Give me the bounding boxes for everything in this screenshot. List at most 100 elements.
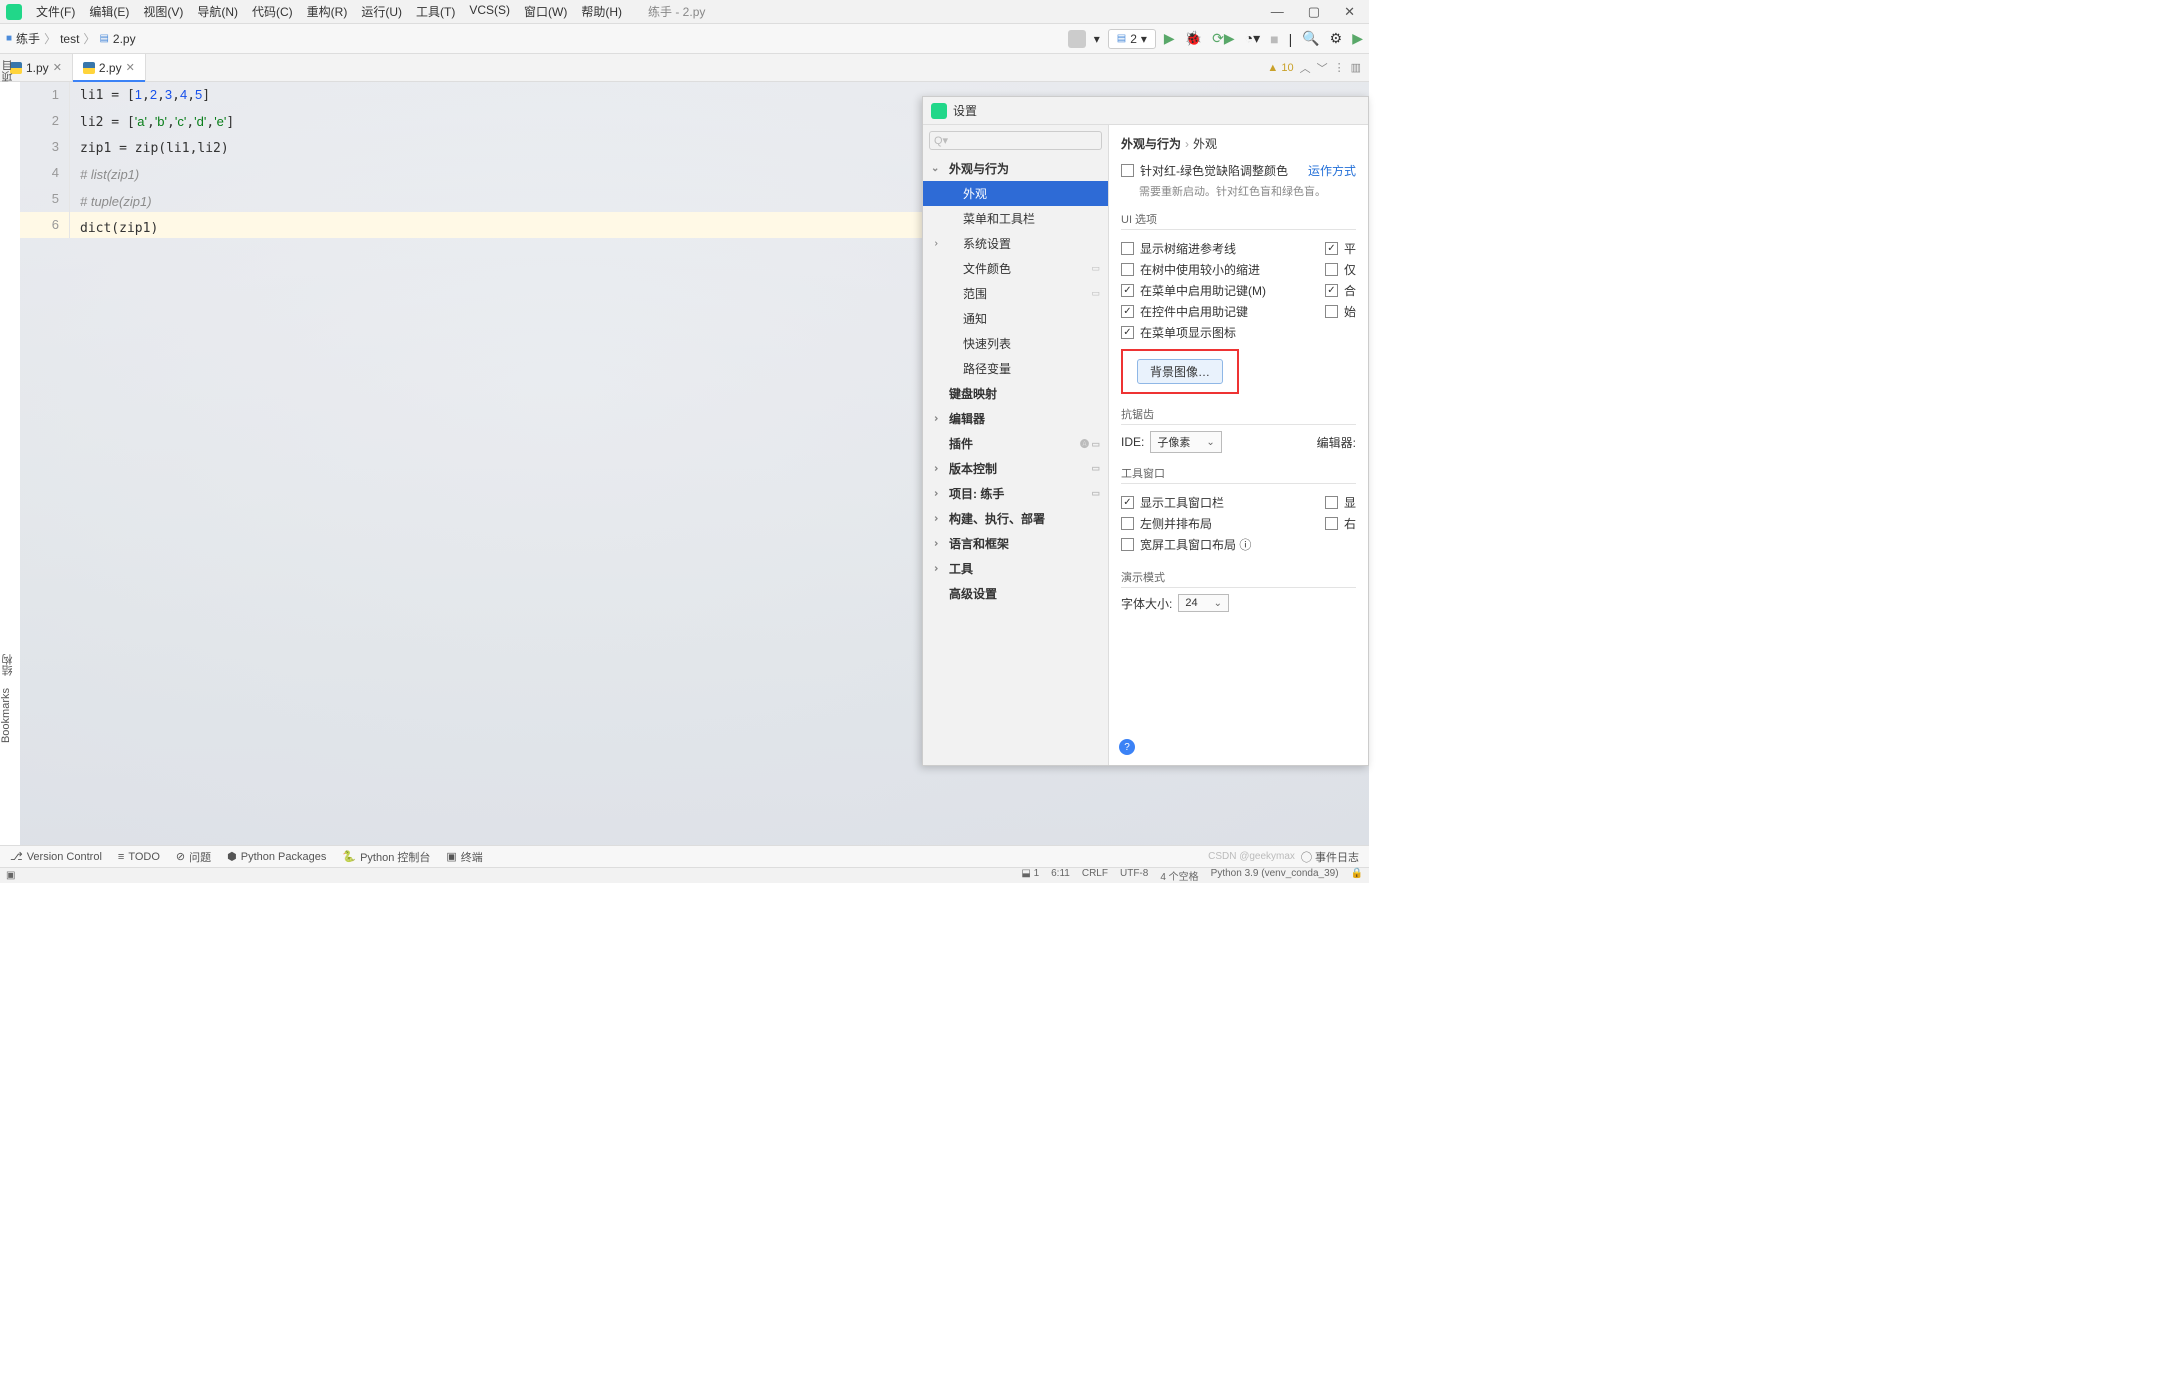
maximize-button[interactable]: ▢ — [1308, 4, 1320, 20]
checkbox[interactable] — [1121, 284, 1134, 297]
checkbox[interactable] — [1121, 326, 1134, 339]
project-tool[interactable]: 项目 — [0, 54, 16, 88]
tree-item[interactable]: 菜单和工具栏 — [923, 206, 1108, 231]
menu-bar[interactable]: 文件(F) 编辑(E) 视图(V) 导航(N) 代码(C) 重构(R) 运行(U… — [30, 1, 628, 22]
stop-button[interactable]: ■ — [1270, 31, 1278, 47]
event-log-tool[interactable]: ◯ 事件日志 — [1301, 849, 1359, 865]
navigation-bar: ■ 练手 〉 test 〉 ▤ 2.py ▾ ▤ 2 ▾ ▶ 🐞 ⟳▶ ◔▾ ■… — [0, 24, 1369, 54]
terminal-tool[interactable]: ▣ 终端 — [446, 849, 482, 865]
tree-item[interactable]: 范围▭ — [923, 281, 1108, 306]
menu-view[interactable]: 视图(V) — [137, 1, 189, 22]
menu-file[interactable]: 文件(F) — [30, 1, 81, 22]
menu-vcs[interactable]: VCS(S) — [463, 1, 516, 22]
breadcrumb-folder[interactable]: test — [60, 32, 79, 46]
menu-help[interactable]: 帮助(H) — [575, 1, 628, 22]
run-config-selector[interactable]: ▤ 2 ▾ — [1108, 29, 1156, 49]
help-icon[interactable]: ? — [1119, 739, 1135, 755]
close-button[interactable]: ✕ — [1344, 4, 1355, 20]
search-icon[interactable]: 🔍 — [1302, 30, 1319, 47]
font-size-select[interactable]: 24 — [1178, 594, 1229, 612]
minimize-button[interactable]: — — [1271, 4, 1284, 19]
run-button[interactable]: ▶ — [1164, 30, 1175, 47]
background-image-button[interactable]: 背景图像… — [1137, 359, 1223, 384]
sftp-status[interactable]: ⬓ 1 — [1021, 868, 1039, 883]
tree-item[interactable]: 编辑器 — [923, 406, 1108, 431]
indent[interactable]: 4 个空格 — [1160, 868, 1198, 883]
checkbox[interactable] — [1325, 242, 1338, 255]
todo-tool[interactable]: ≡ TODO — [118, 851, 160, 863]
menu-run[interactable]: 运行(U) — [355, 1, 408, 22]
breadcrumb-root[interactable]: 练手 — [16, 30, 40, 47]
interpreter[interactable]: Python 3.9 (venv_conda_39) — [1211, 868, 1339, 883]
checkbox-label: 在菜单中启用助记键(M) — [1140, 282, 1266, 299]
tree-item[interactable]: 工具 — [923, 556, 1108, 581]
lock-icon[interactable] — [1351, 868, 1363, 883]
tab-2py[interactable]: 2.py ✕ — [73, 54, 146, 81]
ide-aa-select[interactable]: 子像素 — [1150, 431, 1221, 453]
menu-edit[interactable]: 编辑(E) — [83, 1, 135, 22]
tree-item[interactable]: 路径变量 — [923, 356, 1108, 381]
how-it-works-link[interactable]: 运作方式 — [1308, 162, 1356, 179]
breadcrumb-file[interactable]: 2.py — [113, 32, 136, 46]
coverage-button[interactable]: ⟳▶ — [1212, 30, 1235, 47]
close-icon[interactable]: ✕ — [126, 61, 135, 74]
checkbox[interactable] — [1325, 263, 1338, 276]
debug-button[interactable]: 🐞 — [1185, 30, 1202, 47]
close-icon[interactable]: ✕ — [53, 61, 62, 74]
breadcrumb[interactable]: ■ 练手 〉 test 〉 ▤ 2.py — [6, 30, 136, 47]
tree-item[interactable]: 通知 — [923, 306, 1108, 331]
checkbox[interactable] — [1325, 305, 1338, 318]
checkbox[interactable] — [1121, 517, 1134, 530]
tree-item[interactable]: 构建、执行、部署 — [923, 506, 1108, 531]
tool-window-toggle[interactable]: ▣ — [6, 870, 15, 881]
menu-tools[interactable]: 工具(T) — [410, 1, 461, 22]
checkbox[interactable] — [1121, 242, 1134, 255]
inspection-badge[interactable]: ▲ 10 — [1267, 62, 1293, 74]
tree-item[interactable]: 快速列表 — [923, 331, 1108, 356]
menu-refactor[interactable]: 重构(R) — [301, 1, 354, 22]
checkbox[interactable] — [1121, 305, 1134, 318]
python-console-tool[interactable]: 🐍 Python 控制台 — [342, 849, 430, 865]
cursor-pos[interactable]: 6:11 — [1051, 868, 1070, 883]
vcs-tool[interactable]: ⎇ Version Control — [10, 850, 102, 863]
checkbox[interactable] — [1121, 538, 1134, 551]
execute-icon[interactable]: ▶ — [1352, 30, 1363, 47]
line-ending[interactable]: CRLF — [1082, 868, 1108, 883]
tree-item[interactable]: 键盘映射 — [923, 381, 1108, 406]
chevron-down-icon[interactable]: ﹀ — [1317, 60, 1328, 76]
tree-item[interactable]: 外观与行为 — [923, 156, 1108, 181]
problems-tool[interactable]: ⊘ 问题 — [176, 849, 211, 865]
python-packages-tool[interactable]: ⬢ Python Packages — [227, 850, 326, 863]
encoding[interactable]: UTF-8 — [1120, 868, 1148, 883]
structure-tool[interactable]: 结构 — [0, 648, 16, 682]
tree-item[interactable]: 外观 — [923, 181, 1108, 206]
user-icon[interactable] — [1068, 30, 1086, 48]
checkbox[interactable] — [1325, 284, 1338, 297]
tree-item[interactable]: 版本控制▭ — [923, 456, 1108, 481]
deficiency-checkbox[interactable] — [1121, 164, 1134, 177]
menu-code[interactable]: 代码(C) — [246, 1, 299, 22]
settings-icon[interactable]: ⚙ — [1330, 30, 1343, 47]
menu-window[interactable]: 窗口(W) — [518, 1, 573, 22]
checkbox[interactable] — [1325, 496, 1338, 509]
more-icon[interactable]: ⋮ — [1334, 61, 1345, 74]
tree-item[interactable]: 项目: 练手▭ — [923, 481, 1108, 506]
tree-item[interactable]: 高级设置 — [923, 581, 1108, 606]
checkbox[interactable] — [1121, 263, 1134, 276]
chevron-up-icon[interactable]: ︿ — [1300, 60, 1311, 76]
tree-item[interactable]: 语言和框架 — [923, 531, 1108, 556]
db-tool-icon[interactable]: ▥ — [1351, 61, 1361, 74]
menu-navigate[interactable]: 导航(N) — [191, 1, 244, 22]
checkbox-label: 平 — [1344, 240, 1356, 257]
checkbox[interactable] — [1121, 496, 1134, 509]
tree-item[interactable]: 文件颜色▭ — [923, 256, 1108, 281]
bookmarks-tool[interactable]: Bookmarks — [0, 682, 12, 749]
code-area[interactable]: li1 = [1,2,3,4,5] li2 = ['a','b','c','d'… — [80, 82, 234, 242]
dialog-title-bar[interactable]: 设置 — [923, 97, 1368, 125]
checkbox[interactable] — [1325, 517, 1338, 530]
tree-item[interactable]: 插件🅐 ▭ — [923, 431, 1108, 456]
profile-button[interactable]: ◔▾ — [1245, 30, 1260, 47]
tree-item[interactable]: 系统设置 — [923, 231, 1108, 256]
settings-tree[interactable]: 外观与行为外观菜单和工具栏系统设置文件颜色▭范围▭通知快速列表路径变量键盘映射编… — [923, 156, 1108, 765]
settings-search[interactable]: Q▾ — [929, 131, 1102, 150]
